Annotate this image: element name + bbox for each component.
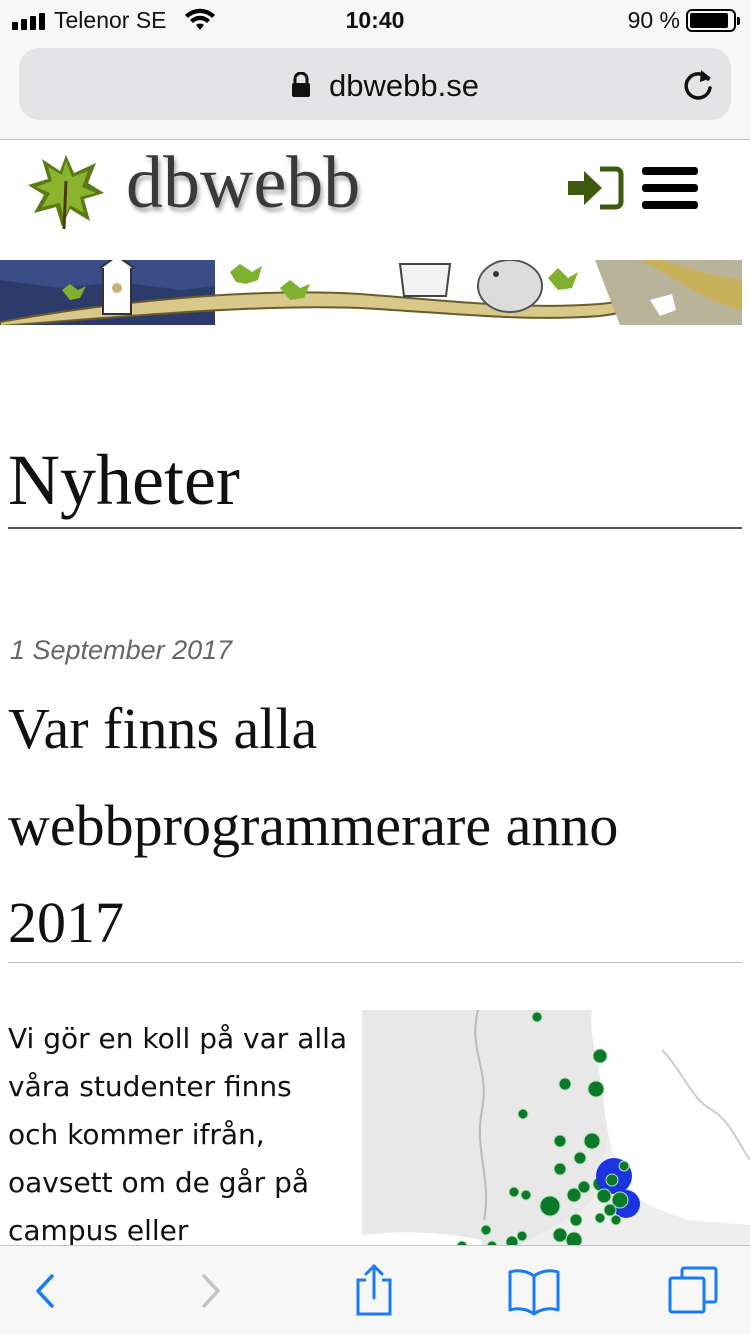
share-icon[interactable] bbox=[346, 1264, 402, 1316]
hamburger-menu-icon[interactable] bbox=[642, 167, 698, 213]
site-header: dbwebb bbox=[0, 141, 750, 261]
forward-icon[interactable] bbox=[184, 1264, 240, 1316]
page-title: Nyheter bbox=[8, 440, 742, 529]
status-bar: Telenor SE 10:40 90 % bbox=[0, 0, 750, 40]
article-date: 1 September 2017 bbox=[10, 635, 233, 665]
site-brand[interactable]: dbwebb bbox=[126, 141, 360, 226]
header-banner-illustration bbox=[0, 260, 742, 325]
bookmarks-icon[interactable] bbox=[506, 1264, 562, 1316]
leaf-logo-icon[interactable] bbox=[26, 151, 106, 231]
back-icon[interactable] bbox=[20, 1264, 76, 1316]
tabs-icon[interactable] bbox=[666, 1264, 722, 1316]
address-domain: dbwebb.se bbox=[329, 68, 479, 103]
login-icon[interactable] bbox=[566, 165, 624, 211]
browser-address-area: dbwebb.se bbox=[0, 40, 750, 140]
article-map-image[interactable] bbox=[362, 1010, 750, 1250]
article-title[interactable]: Var finns alla webbprogrammerare anno 20… bbox=[8, 680, 742, 963]
battery-percent: 90 % bbox=[627, 7, 680, 33]
article-excerpt: Vi gör en koll på var alla våra studente… bbox=[8, 1022, 348, 1247]
battery-icon bbox=[686, 9, 740, 32]
address-bar[interactable]: dbwebb.se bbox=[19, 48, 731, 120]
browser-toolbar bbox=[0, 1245, 750, 1334]
reload-icon[interactable] bbox=[681, 66, 715, 102]
lock-icon bbox=[292, 72, 310, 97]
